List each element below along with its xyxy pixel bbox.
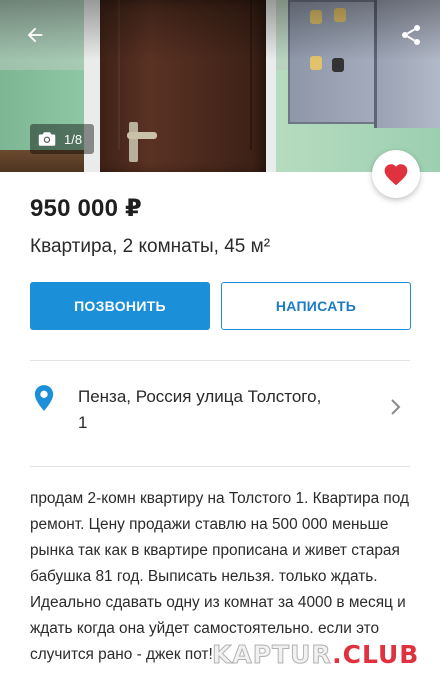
divider xyxy=(30,466,410,467)
listing-description: продам 2-комн квартиру на Толстого 1. Кв… xyxy=(30,490,409,663)
photo-top-shade xyxy=(0,0,440,60)
map-pin-icon xyxy=(34,385,54,411)
arrow-left-icon xyxy=(27,27,43,43)
listing-price: 950 000 ₽ xyxy=(30,195,142,222)
listing-title: Квартира, 2 комнаты, 45 м² xyxy=(30,236,271,257)
address-text: Пенза, Россия улица Толстого, 1 xyxy=(78,384,378,436)
photo-panel-hole xyxy=(332,58,344,72)
address-line-2: 1 xyxy=(78,413,88,432)
chevron-right-icon xyxy=(391,399,401,415)
back-button[interactable] xyxy=(18,18,52,52)
camera-icon xyxy=(38,132,56,146)
share-icon xyxy=(402,25,420,45)
address-row[interactable]: Пенза, Россия улица Толстого, 1 xyxy=(0,370,440,466)
photo-counter-text: 1/8 xyxy=(64,131,83,147)
favorite-button[interactable] xyxy=(372,150,420,198)
write-message-button[interactable]: НАПИСАТЬ xyxy=(221,282,411,330)
heart-icon xyxy=(384,164,408,186)
divider xyxy=(30,360,410,361)
share-button[interactable] xyxy=(394,18,428,52)
photo-counter: 1/8 xyxy=(30,124,94,154)
call-button[interactable]: ПОЗВОНИТЬ xyxy=(30,282,210,330)
listing-photo[interactable]: 1/8 xyxy=(0,0,440,172)
address-line-1: Пенза, Россия улица Толстого, xyxy=(78,387,322,406)
photo-door-handle-plate xyxy=(129,122,138,162)
photo-door-handle xyxy=(127,132,157,139)
